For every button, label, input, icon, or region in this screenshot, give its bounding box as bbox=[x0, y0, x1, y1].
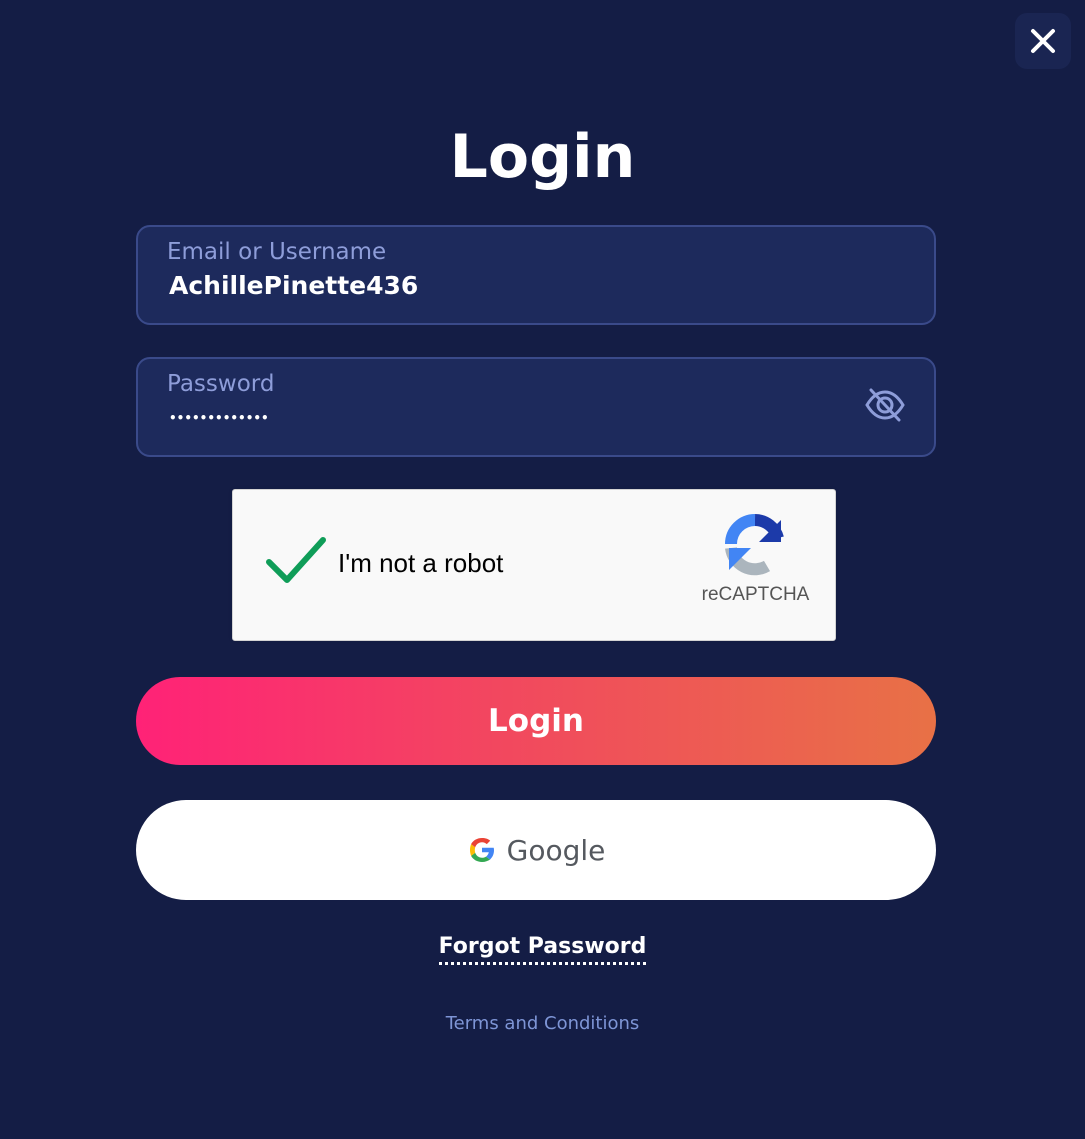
forgot-password-link[interactable]: Forgot Password bbox=[438, 934, 647, 965]
eye-slash-icon bbox=[865, 388, 905, 422]
recaptcha-logo-icon bbox=[725, 514, 784, 576]
close-icon bbox=[1031, 29, 1055, 53]
email-field[interactable]: Email or Username bbox=[136, 225, 936, 325]
password-field-label: Password bbox=[167, 371, 275, 397]
login-modal: Login Email or Username Password •••••••… bbox=[0, 0, 1085, 1139]
google-login-button[interactable]: Google bbox=[136, 800, 936, 900]
google-icon bbox=[469, 838, 494, 862]
email-input[interactable] bbox=[169, 271, 829, 300]
recaptcha-widget: I'm not a robot reCAPTCHA bbox=[232, 489, 836, 641]
login-button[interactable]: Login bbox=[136, 677, 936, 765]
recaptcha-label: I'm not a robot bbox=[338, 548, 504, 578]
terms-link[interactable]: Terms and Conditions bbox=[446, 1013, 640, 1034]
close-button[interactable] bbox=[1015, 13, 1071, 69]
recaptcha-checkbox[interactable] bbox=[265, 534, 327, 586]
terms-container: Terms and Conditions bbox=[0, 1013, 1085, 1034]
google-button-label: Google bbox=[506, 833, 606, 867]
password-field[interactable]: Password ••••••••••••• bbox=[136, 357, 936, 457]
page-title: Login bbox=[449, 122, 636, 192]
forgot-password-container: Forgot Password bbox=[0, 934, 1085, 965]
checkmark-icon bbox=[266, 537, 326, 583]
recaptcha-brand: reCAPTCHA bbox=[701, 584, 810, 605]
password-input[interactable]: ••••••••••••• bbox=[169, 411, 269, 425]
toggle-password-visibility-button[interactable] bbox=[864, 387, 906, 423]
login-button-label: Login bbox=[488, 703, 584, 739]
email-field-label: Email or Username bbox=[167, 239, 387, 265]
